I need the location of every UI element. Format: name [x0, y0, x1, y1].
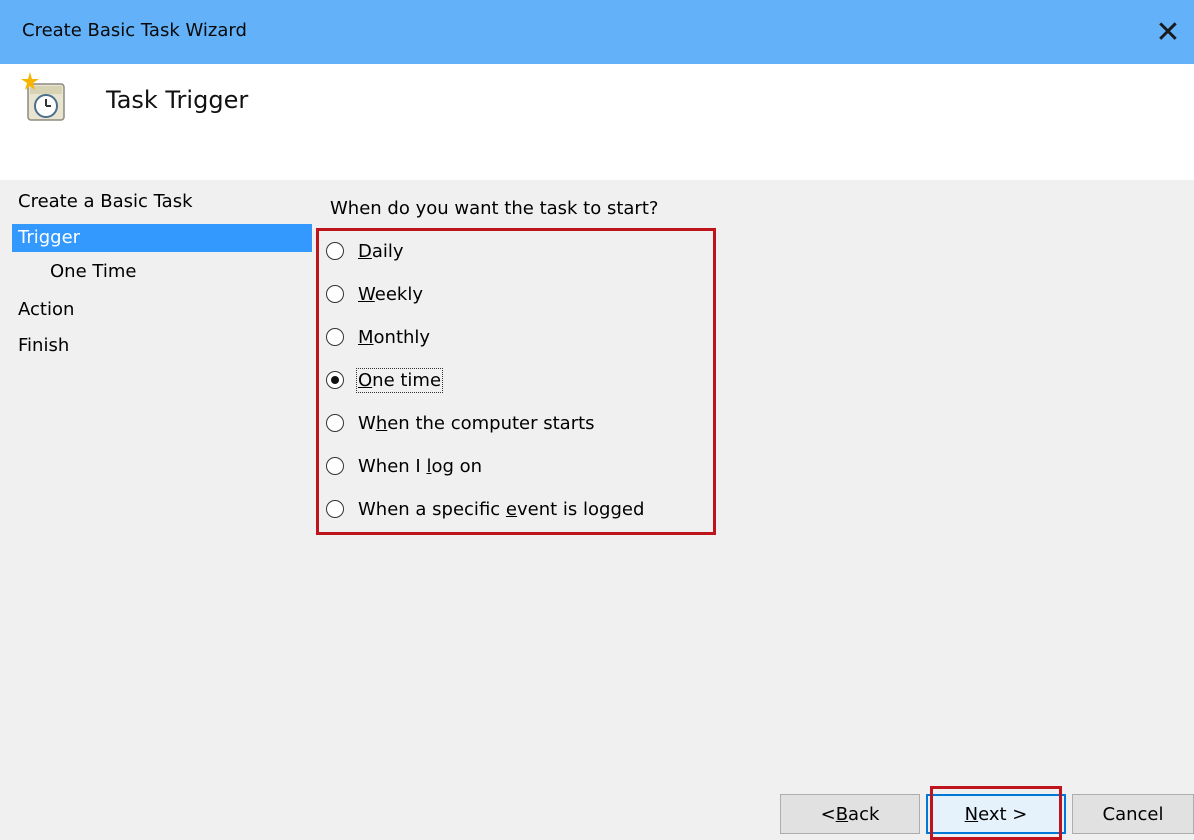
cancel-button[interactable]: Cancel [1072, 794, 1194, 834]
radio-label: When a specific event is logged [358, 498, 645, 520]
radio-option-log-on[interactable]: When I log on [326, 451, 482, 481]
trigger-question: When do you want the task to start? [330, 198, 659, 219]
radio-button-selected[interactable] [326, 371, 344, 389]
radio-button[interactable] [326, 285, 344, 303]
close-icon[interactable]: ✕ [1142, 0, 1194, 64]
radio-label: Monthly [358, 326, 431, 348]
nav-item-one-time[interactable]: One Time [12, 258, 312, 286]
radio-button[interactable] [326, 500, 344, 518]
page-title: Task Trigger [106, 86, 249, 114]
scheduled-task-clock-icon [21, 72, 65, 121]
nav-item-create-basic-task[interactable]: Create a Basic Task [12, 188, 312, 216]
nav-item-action[interactable]: Action [12, 296, 312, 324]
radio-label: One time [355, 367, 444, 393]
nav-item-trigger[interactable]: Trigger [12, 224, 312, 252]
wizard-header: Task Trigger [0, 64, 1194, 180]
radio-option-daily[interactable]: Daily [326, 236, 404, 266]
radio-button[interactable] [326, 242, 344, 260]
back-button[interactable]: < Back [780, 794, 920, 834]
radio-label: When I log on [358, 455, 483, 477]
radio-option-event-logged[interactable]: When a specific event is logged [326, 494, 644, 524]
radio-option-weekly[interactable]: Weekly [326, 279, 423, 309]
radio-option-computer-starts[interactable]: When the computer starts [326, 408, 595, 438]
radio-option-one-time[interactable]: One time [326, 365, 444, 395]
radio-button[interactable] [326, 457, 344, 475]
title-bar: Create Basic Task Wizard ✕ [0, 0, 1194, 64]
radio-button[interactable] [326, 328, 344, 346]
wizard-steps-nav: Create a Basic Task Trigger One Time Act… [0, 180, 312, 840]
nav-item-finish[interactable]: Finish [12, 332, 312, 360]
radio-button[interactable] [326, 414, 344, 432]
radio-option-monthly[interactable]: Monthly [326, 322, 430, 352]
radio-label: When the computer starts [358, 412, 595, 434]
next-highlight-box [930, 786, 1062, 840]
trigger-panel: When do you want the task to start? Dail… [312, 180, 1194, 840]
window-title: Create Basic Task Wizard [22, 20, 247, 41]
radio-label: Daily [358, 240, 404, 262]
radio-label: Weekly [358, 283, 423, 305]
